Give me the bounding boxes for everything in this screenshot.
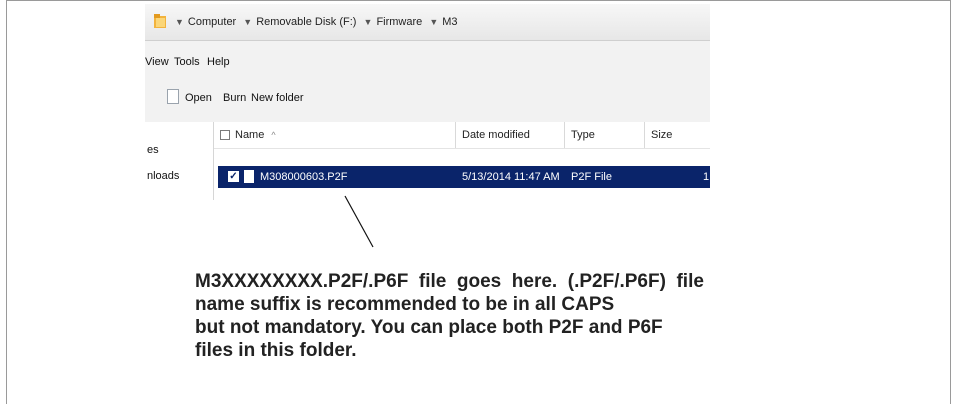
caption-line-2: name suffix is recommended to be in all … — [195, 294, 615, 315]
annotation-caption: M3XXXXXXXX.P2F/.P6F file goes here. (.P2… — [195, 270, 835, 362]
caption-line-1: M3XXXXXXXX.P2F/.P6F file goes here. (.P2… — [195, 271, 704, 292]
caption-line-3: but not mandatory. You can place both P2… — [195, 317, 663, 338]
caption-line-4: files in this folder. — [195, 340, 357, 361]
